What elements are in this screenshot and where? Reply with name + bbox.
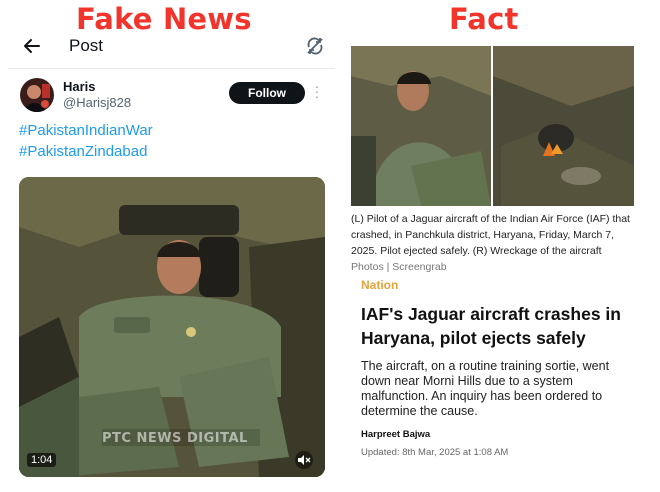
article-author[interactable]: Harpreet Bajwa [361,429,430,440]
more-vertical-icon[interactable]: · · · [314,79,320,103]
page-title: Post [69,36,104,55]
video-duration: 1:04 [27,453,57,467]
hashtag-link[interactable]: #PakistanIndianWar [19,122,153,139]
article-timestamp: Updated: 8th Mar, 2025 at 1:08 AM [361,447,509,458]
social-post-screenshot: Post Haris @Harisj828 Follow · · · #Pakist… [8,30,335,485]
video-watermark: PTC NEWS DIGITAL [102,431,248,446]
header-divider [8,68,335,69]
article-summary: The aircraft, on a routine training sort… [361,359,610,418]
comparison-graphic: Fake News Fact Post Haris @Harisj828 Fol… [0,0,660,492]
volume-mute-icon[interactable] [294,451,314,469]
article-headline: IAF's Jaguar aircraft crashes in Haryana… [361,304,621,348]
user-name[interactable]: Haris [63,79,96,94]
hashtag-link[interactable]: #PakistanZindabad [19,143,147,160]
arrow-left-icon[interactable] [21,35,43,57]
article-photo [351,46,634,206]
caption-credit: Photos | Screengrab [351,261,447,273]
fact-label: Fact [449,2,519,36]
refresh-icon[interactable] [304,35,326,57]
follow-button[interactable]: Follow [229,82,305,104]
photo-caption: (L) Pilot of a Jaguar aircraft of the In… [351,211,636,275]
avatar[interactable] [20,78,54,112]
post-header: Post [8,30,335,66]
section-tag[interactable]: Nation [361,278,398,292]
user-handle[interactable]: @Harisj828 [63,95,131,110]
caption-text: (L) Pilot of a Jaguar aircraft of the In… [351,213,630,257]
news-article-screenshot: (L) Pilot of a Jaguar aircraft of the In… [349,44,639,464]
video-player[interactable]: PTC NEWS DIGITAL 1:04 [19,177,325,477]
